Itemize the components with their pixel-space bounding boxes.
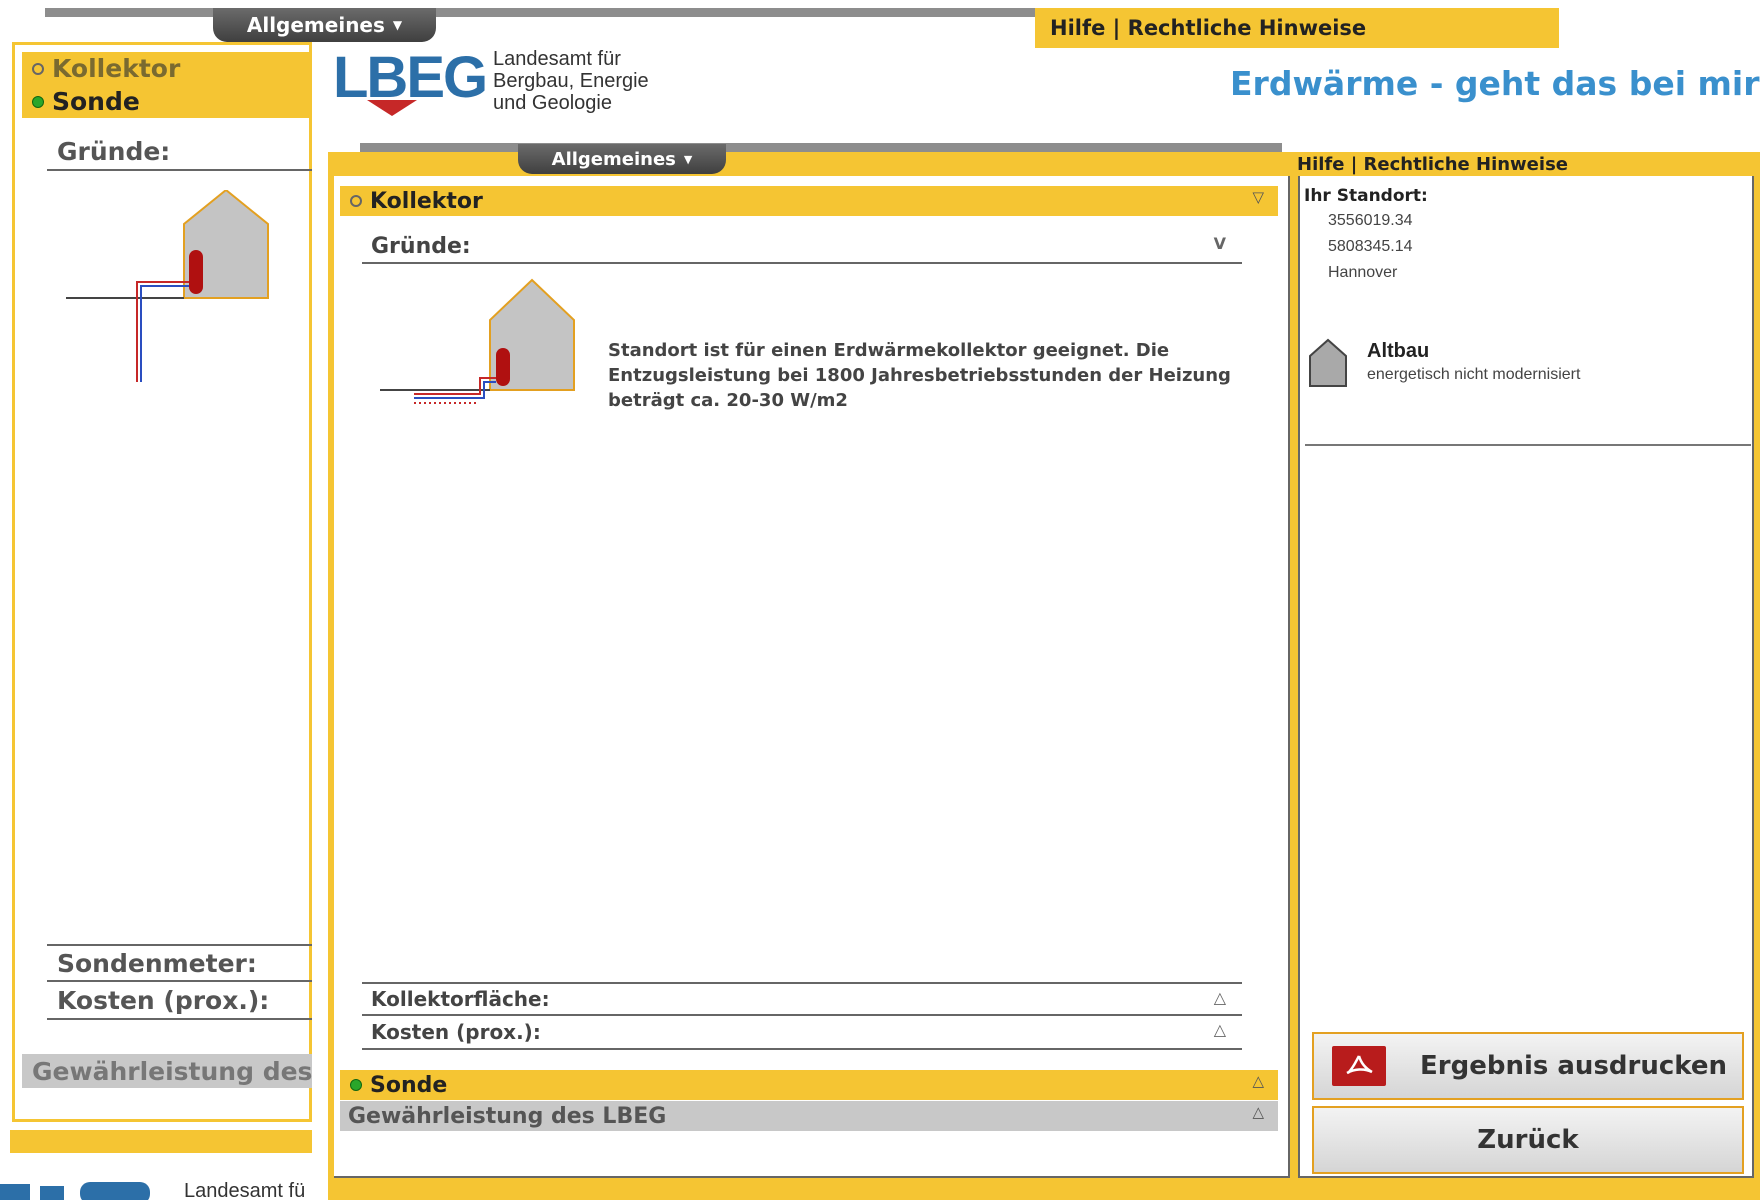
- heat-pump-icon: [496, 348, 510, 386]
- section-gewaehrleistung[interactable]: Gewährleistung des LBEG △: [340, 1101, 1278, 1131]
- status-dot-icon: [32, 95, 44, 108]
- sidebar-panel: [1298, 176, 1754, 1178]
- status-dot-icon: [350, 1079, 362, 1091]
- expand-triangle-icon[interactable]: △: [1252, 1103, 1264, 1121]
- building-desc: energetisch nicht modernisiert: [1367, 366, 1581, 383]
- chevron-down-icon: ▼: [683, 152, 693, 166]
- help-legal-links[interactable]: Hilfe | Rechtliche Hinweise: [1297, 152, 1568, 176]
- back-button[interactable]: Zurück: [1312, 1106, 1744, 1174]
- gruende-header[interactable]: Gründe: V: [362, 230, 1242, 264]
- pipe-blue: [140, 285, 189, 382]
- bg-nav-tab[interactable]: Allgemeines ▼: [213, 8, 436, 42]
- back-button-label: Zurück: [1477, 1125, 1579, 1155]
- coord-y: 5808345.14: [1328, 238, 1413, 255]
- nav-top-bar: [360, 143, 1282, 152]
- bg-gruende-heading: Gründe:: [47, 133, 312, 171]
- section-sonde-label: Sonde: [370, 1072, 448, 1098]
- bg-kosten-heading: Kosten (prox.):: [47, 982, 312, 1020]
- bg-section-kollektor[interactable]: Kollektor: [22, 52, 312, 85]
- bg-logo-partial: [0, 1170, 150, 1200]
- house-icon: [1309, 338, 1347, 387]
- bg-section-label: Sonde: [52, 87, 140, 116]
- bg-nav-tab-label: Allgemeines: [246, 13, 385, 37]
- pdf-icon: [1332, 1046, 1386, 1086]
- bg-bottom-strip: [10, 1130, 312, 1153]
- logo-arrow-icon: [367, 100, 417, 116]
- status-dot-icon: [32, 62, 44, 75]
- kollektorflaeche-header[interactable]: Kollektorfläche: △: [362, 982, 1242, 1016]
- bg-logo-text: Landesamt fü: [184, 1180, 306, 1200]
- expand-triangle-icon[interactable]: △: [1252, 1072, 1264, 1090]
- chevron-v-icon[interactable]: V: [1214, 234, 1226, 253]
- bg-gewaehrleistung[interactable]: Gewährleistung des LBEG: [22, 1054, 312, 1088]
- logo-line-3: und Geologie: [493, 92, 612, 114]
- section-kollektor-label: Kollektor: [370, 188, 483, 214]
- standort-label: Ihr Standort:: [1304, 186, 1428, 206]
- page-title: Erdwärme - geht das bei mir?: [1230, 64, 1760, 103]
- bg-sondenmeter-heading: Sondenmeter:: [47, 944, 312, 982]
- section-kollektor[interactable]: Kollektor ▽: [340, 186, 1278, 216]
- lbeg-logo-partial-icon: [0, 1182, 150, 1200]
- kollektorflaeche-label: Kollektorfläche:: [371, 987, 550, 1011]
- reason-text: Standort ist für einen Erdwärmekollektor…: [608, 340, 1231, 411]
- expand-triangle-icon[interactable]: △: [1214, 988, 1226, 1007]
- expand-triangle-icon[interactable]: △: [1214, 1020, 1226, 1039]
- nav-tab-allgemeines[interactable]: Allgemeines ▼: [518, 144, 726, 174]
- collapse-triangle-icon[interactable]: ▽: [1252, 188, 1264, 206]
- bg-section-sonde[interactable]: Sonde: [22, 85, 312, 118]
- kosten-header[interactable]: Kosten (prox.): △: [362, 1016, 1242, 1050]
- frame-bottom: [328, 1178, 1760, 1200]
- coord-x: 3556019.34: [1328, 212, 1413, 229]
- nav-tab-label: Allgemeines: [551, 148, 676, 170]
- gruende-label: Gründe:: [371, 233, 471, 259]
- bg-section-label: Kollektor: [52, 54, 181, 83]
- chevron-down-icon: ▼: [392, 18, 403, 32]
- section-gewaehrleistung-label: Gewährleistung des LBEG: [348, 1103, 667, 1129]
- collector-illustration: [380, 278, 575, 404]
- status-dot-icon: [350, 195, 362, 207]
- lbeg-logo[interactable]: LBEG: [333, 44, 491, 116]
- frame-divider: [1290, 176, 1298, 1188]
- city: Hannover: [1328, 264, 1398, 281]
- print-button-label: Ergebnis ausdrucken: [1420, 1051, 1728, 1081]
- bg-help-links[interactable]: Hilfe | Rechtliche Hinweise: [1050, 16, 1366, 40]
- bg-house-illustration: [66, 190, 269, 382]
- frame-right: [1754, 176, 1760, 1188]
- heat-pump-icon: [189, 250, 203, 294]
- bg-top-bar: [45, 8, 1035, 17]
- sidebar-divider: [1305, 444, 1751, 446]
- logo-subtitle: Landesamt für Bergbau, Energie und Geolo…: [493, 48, 649, 114]
- print-result-button[interactable]: Ergebnis ausdrucken: [1312, 1032, 1744, 1100]
- logo-line-1: Landesamt für: [493, 48, 621, 70]
- building-type: Altbau: [1367, 340, 1430, 362]
- logo-line-2: Bergbau, Energie: [493, 70, 649, 92]
- section-sonde[interactable]: Sonde △: [340, 1070, 1278, 1100]
- kosten-label: Kosten (prox.):: [371, 1020, 541, 1044]
